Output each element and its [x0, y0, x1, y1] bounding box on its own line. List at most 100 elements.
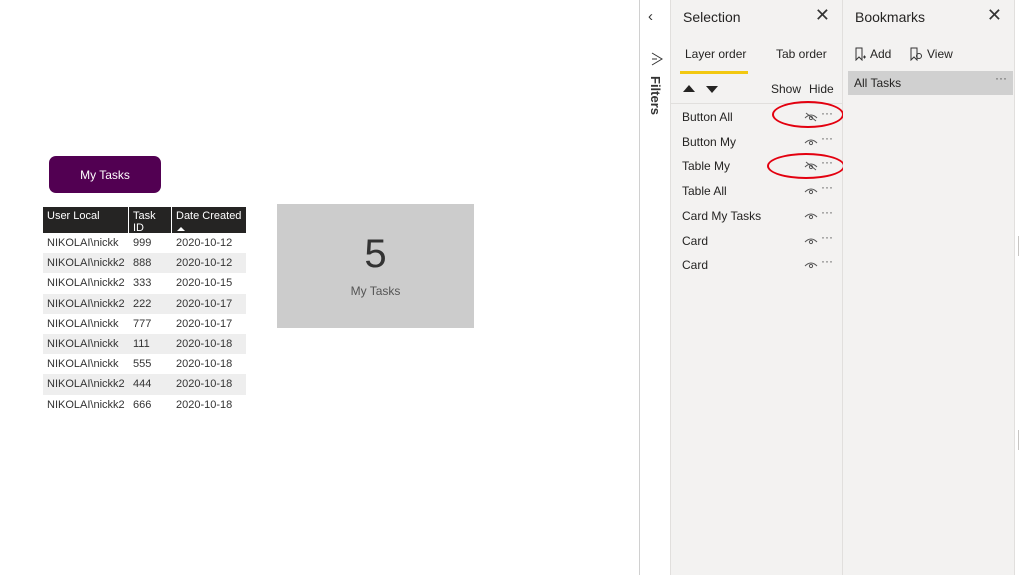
table-cell: NIKOLAI\nickk [47, 358, 119, 371]
table-cell: 222 [133, 297, 152, 310]
edge-handle[interactable] [1018, 236, 1024, 256]
table-cell: 2020-10-12 [176, 257, 233, 270]
my-tasks-card[interactable]: 5 My Tasks [277, 204, 474, 328]
layer-item-label: Card [682, 233, 709, 248]
bookmark-view-icon [910, 47, 922, 61]
eye-visible-icon[interactable] [804, 236, 818, 246]
eye-visible-icon[interactable] [804, 260, 818, 270]
eye-visible-icon[interactable] [804, 211, 818, 221]
layer-item-label: Table All [682, 184, 727, 199]
view-label: View [927, 47, 953, 61]
filter-funnel-icon[interactable] [651, 52, 663, 66]
table-cell: 2020-10-18 [176, 338, 233, 351]
table-cell: 777 [133, 317, 152, 330]
layer-item[interactable]: Card My Tasks ··· [671, 204, 842, 228]
table-row[interactable]: NIKOLAI\nickk 777 2020-10-17 [43, 314, 246, 334]
layer-item[interactable]: Table All ··· [671, 179, 842, 203]
table-row[interactable]: NIKOLAI\nickk2 888 2020-10-12 [43, 253, 246, 274]
table-cell: 2020-10-18 [176, 398, 233, 411]
sort-ascending-icon [177, 227, 185, 231]
more-options-icon[interactable]: ··· [821, 180, 833, 194]
table-row[interactable]: NIKOLAI\nickk 111 2020-10-18 [43, 333, 246, 355]
layer-item[interactable]: Card ··· [671, 229, 842, 253]
table-cell: 2020-10-17 [176, 297, 233, 310]
highlight-circle [767, 153, 845, 179]
active-tab-indicator [680, 71, 748, 74]
add-label: Add [870, 47, 892, 61]
show-all-label[interactable]: Show [771, 82, 801, 96]
bookmarks-pane: Bookmarks ✕ Add View All Tasks ··· [843, 0, 1014, 575]
table-cell: NIKOLAI\nickk2 [47, 378, 125, 391]
table-cell: 999 [133, 237, 152, 250]
layer-item-label: Button My [682, 134, 737, 149]
bookmark-item-label: All Tasks [854, 76, 902, 90]
table-cell: 2020-10-18 [176, 358, 233, 371]
table-cell: 555 [133, 358, 152, 371]
highlight-circle [772, 101, 844, 128]
column-header-user-local[interactable]: User Local [43, 207, 129, 233]
table-cell: 333 [133, 277, 152, 290]
column-header-task-id[interactable]: Task ID [129, 207, 172, 234]
selection-pane: Selection ✕ Layer order Tab order Show H… [670, 0, 845, 575]
card-value: 5 [364, 232, 387, 276]
my-tasks-button[interactable]: My Tasks [49, 156, 161, 193]
tab-tab-order[interactable]: Tab order [776, 47, 827, 61]
layer-item-label: Card [682, 258, 709, 273]
table-row[interactable]: NIKOLAI\nickk 555 2020-10-18 [43, 354, 246, 374]
more-options-icon[interactable]: ··· [821, 205, 833, 219]
column-header-label: Date Created [176, 210, 242, 222]
tasks-table: User Local Task ID Date Created NIKOLAI\… [43, 207, 246, 415]
layer-item-label: Card My Tasks [682, 208, 762, 223]
card-label: My Tasks [350, 284, 401, 298]
edge-handle[interactable] [1018, 430, 1024, 450]
hide-all-label[interactable]: Hide [809, 82, 834, 96]
table-row[interactable]: NIKOLAI\nickk2 666 2020-10-18 [43, 395, 246, 415]
table-cell: 888 [133, 257, 152, 270]
chevron-left-icon[interactable]: ‹ [648, 8, 653, 25]
close-icon[interactable]: ✕ [815, 5, 830, 26]
bookmarks-title: Bookmarks [855, 9, 926, 25]
report-canvas: My Tasks User Local Task ID Date Created… [0, 0, 640, 575]
table-cell: NIKOLAI\nickk [47, 317, 119, 330]
view-bookmark-button[interactable]: View [909, 47, 953, 61]
table-cell: NIKOLAI\nickk [47, 338, 119, 351]
table-cell: 111 [133, 338, 150, 351]
table-header: User Local Task ID Date Created [43, 207, 246, 234]
table-row[interactable]: NIKOLAI\nickk2 333 2020-10-15 [43, 273, 246, 293]
tab-layer-order[interactable]: Layer order [685, 47, 746, 61]
eye-visible-icon[interactable] [804, 186, 818, 196]
bookmark-item[interactable]: All Tasks ··· [848, 71, 1013, 95]
table-cell: NIKOLAI\nickk2 [47, 398, 125, 411]
layer-item[interactable]: Button My ··· [671, 130, 842, 154]
table-cell: NIKOLAI\nickk2 [47, 277, 125, 290]
move-up-icon[interactable] [683, 85, 695, 92]
close-icon[interactable]: ✕ [987, 5, 1002, 26]
more-options-icon[interactable]: ··· [821, 254, 833, 268]
add-bookmark-button[interactable]: Add [854, 47, 891, 61]
table-row[interactable]: NIKOLAI\nickk2 444 2020-10-18 [43, 374, 246, 395]
layer-item-label: Table My [682, 159, 731, 174]
bookmark-add-icon [855, 47, 866, 61]
selection-title: Selection [683, 9, 741, 25]
table-cell: 2020-10-12 [176, 237, 233, 250]
table-cell: 2020-10-17 [176, 317, 233, 330]
table-cell: NIKOLAI\nickk2 [47, 297, 125, 310]
right-pane-strip [1014, 0, 1024, 575]
table-cell: 666 [133, 398, 152, 411]
more-options-icon[interactable]: ··· [821, 131, 833, 145]
layer-item[interactable]: Card ··· [671, 253, 842, 277]
table-cell: 2020-10-15 [176, 277, 233, 290]
filters-label[interactable]: Filters [648, 76, 663, 115]
table-cell: NIKOLAI\nickk2 [47, 257, 125, 270]
eye-visible-icon[interactable] [804, 137, 818, 147]
more-options-icon[interactable]: ··· [821, 230, 833, 244]
table-row[interactable]: NIKOLAI\nickk2 222 2020-10-17 [43, 293, 246, 314]
move-down-icon[interactable] [706, 86, 718, 93]
layer-item-label: Button All [682, 110, 733, 124]
table-row[interactable]: NIKOLAI\nickk 999 2020-10-12 [43, 233, 246, 253]
column-header-date-created[interactable]: Date Created [172, 207, 246, 233]
table-cell: 444 [133, 378, 152, 391]
more-options-icon[interactable]: ··· [995, 71, 1007, 85]
table-cell: 2020-10-18 [176, 378, 233, 391]
table-cell: NIKOLAI\nickk [47, 237, 119, 250]
